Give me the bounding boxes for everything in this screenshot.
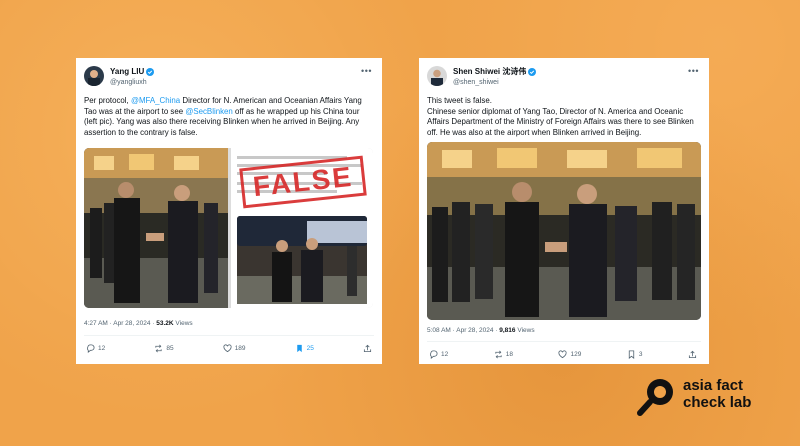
repost-button[interactable]: 85 <box>154 344 174 353</box>
like-count: 189 <box>234 345 246 352</box>
repost-count: 18 <box>505 351 513 358</box>
tweet-text: Per protocol, @MFA_China Director for N.… <box>84 96 374 138</box>
tweet-card-yang-liu[interactable]: Yang LIU @yangliuxh ••• Per protocol, @M… <box>76 58 382 364</box>
repost-button[interactable]: 18 <box>494 350 513 359</box>
reply-count: 12 <box>98 345 106 352</box>
asia-fact-check-lab-logo: asia fact check lab <box>637 375 777 417</box>
tweet-text-part: Per protocol, <box>84 96 131 105</box>
stamp-label: FALSE <box>251 160 355 203</box>
airport-photo-left[interactable] <box>84 148 228 308</box>
share-icon <box>688 350 697 359</box>
repost-count: 85 <box>166 345 174 352</box>
tweet-card-shen-shiwei[interactable]: Shen Shiwei 沈诗伟 @shen_shiwei ••• This tw… <box>419 58 709 364</box>
like-count: 129 <box>570 351 582 358</box>
bookmark-button[interactable]: 25 <box>295 344 314 353</box>
repost-icon <box>155 344 162 353</box>
reply-count: 12 <box>441 351 449 358</box>
handle[interactable]: @shen_shiwei <box>453 77 536 88</box>
logo-line-1: asia fact <box>683 377 744 394</box>
reply-icon <box>430 350 438 359</box>
tweet-header: Yang LIU @yangliuxh ••• <box>84 66 374 90</box>
avatar[interactable] <box>84 66 104 86</box>
reply-icon <box>87 344 95 353</box>
views-label: Views <box>515 327 535 334</box>
reply-button[interactable]: 12 <box>429 350 448 359</box>
bookmark-icon <box>628 350 634 359</box>
share-button[interactable] <box>363 344 372 353</box>
bookmark-button[interactable]: 3 <box>627 350 643 359</box>
action-bar: 12 18 129 3 <box>429 350 697 359</box>
reply-button[interactable]: 12 <box>86 344 105 353</box>
tweet-media-airport-photo[interactable] <box>427 142 701 320</box>
like-button[interactable]: 189 <box>223 344 246 353</box>
magnifier-logo-icon <box>637 379 673 416</box>
share-button[interactable] <box>688 350 697 359</box>
display-name[interactable]: Shen Shiwei 沈诗伟 <box>453 66 526 77</box>
repost-icon <box>495 350 502 359</box>
bookmark-filled-icon <box>296 344 302 353</box>
tweet-meta: 4:27 AM · Apr 28, 2024 · 53.2K Views <box>84 320 193 327</box>
divider <box>427 341 701 342</box>
tweet-meta: 5:08 AM · Apr 28, 2024 · 9,816 Views <box>427 327 535 334</box>
views-count: 9,816 <box>499 327 516 334</box>
tweet-text-line: Chinese senior diplomat of Yang Tao, Dir… <box>427 106 694 137</box>
airport-photo-right[interactable] <box>237 216 367 304</box>
mention-link-secblinken[interactable]: @SecBlinken <box>185 107 233 116</box>
display-name[interactable]: Yang LIU <box>110 66 144 77</box>
share-icon <box>363 344 372 353</box>
avatar[interactable] <box>427 66 447 86</box>
handle[interactable]: @yangliuxh <box>110 77 154 88</box>
bookmark-count: 25 <box>306 345 314 352</box>
views-label: Views <box>173 320 193 327</box>
verified-badge-icon <box>528 67 537 76</box>
bookmark-count: 3 <box>638 351 643 358</box>
quoted-screenshot: FALSE <box>231 148 373 308</box>
heart-icon <box>223 344 232 353</box>
tweet-text-line: This tweet is false. <box>427 96 492 105</box>
tweet-media[interactable]: FALSE <box>84 148 373 308</box>
mention-link-mfa-china[interactable]: @MFA_China <box>131 96 180 105</box>
views-count: 53.2K <box>156 320 174 327</box>
logo-line-2: check lab <box>683 394 752 411</box>
logo-text: asia fact check lab <box>683 377 751 411</box>
like-button[interactable]: 129 <box>558 350 581 359</box>
action-bar: 12 85 189 25 <box>86 344 372 353</box>
divider <box>84 335 374 336</box>
tweet-header: Shen Shiwei 沈诗伟 @shen_shiwei ••• <box>427 66 701 90</box>
heart-icon <box>558 350 567 359</box>
verified-badge-icon <box>146 67 155 76</box>
timestamp[interactable]: 4:27 AM · Apr 28, 2024 · <box>84 320 156 327</box>
timestamp[interactable]: 5:08 AM · Apr 28, 2024 · <box>427 327 499 334</box>
more-options-icon[interactable]: ••• <box>361 66 372 76</box>
tweet-text: This tweet is false. Chinese senior dipl… <box>427 96 701 138</box>
more-options-icon[interactable]: ••• <box>688 66 699 76</box>
